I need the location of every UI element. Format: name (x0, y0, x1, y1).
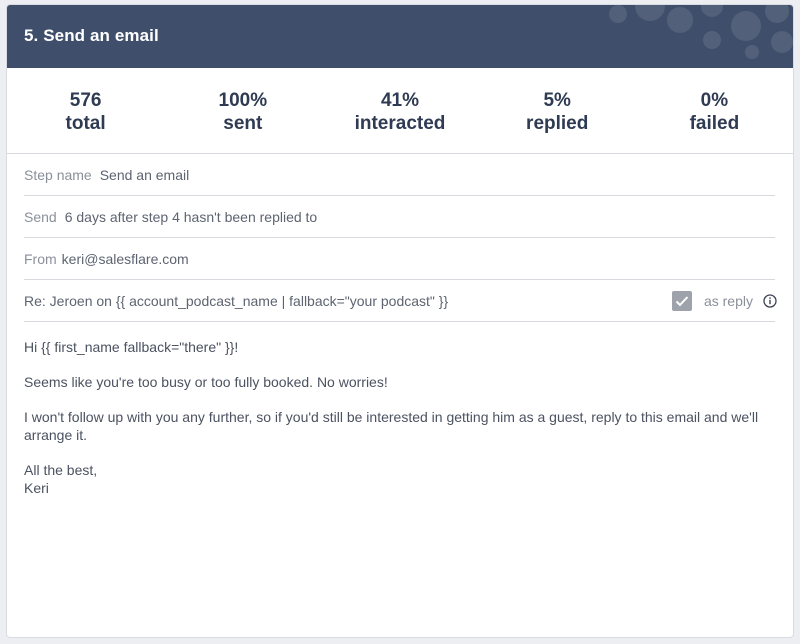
stat-interacted: 41% interacted (321, 68, 478, 153)
as-reply-group: as reply (671, 290, 777, 311)
stat-label: failed (689, 113, 740, 134)
step-header: 5. Send an email (7, 5, 793, 68)
header-decoration (667, 7, 693, 33)
step-name-label: Step name (24, 166, 92, 183)
stat-label: replied (526, 113, 589, 134)
subject-input[interactable]: Re: Jeroen on {{ account_podcast_name | … (24, 293, 448, 309)
from-field[interactable]: From keri@salesflare.com (24, 238, 775, 280)
header-decoration (703, 31, 721, 49)
header-decoration (745, 45, 759, 59)
email-body-editor[interactable]: Hi {{ first_name fallback="there" }}! Se… (7, 322, 793, 497)
as-reply-label: as reply (703, 292, 753, 309)
email-step-card: 5. Send an email 576 total 100% sent 41%… (6, 4, 794, 638)
header-decoration (609, 5, 627, 23)
stat-value: 0% (700, 90, 729, 111)
stat-value: 41% (380, 90, 420, 111)
step-name-input[interactable]: Send an email (100, 167, 190, 183)
stat-replied: 5% replied (479, 68, 636, 153)
as-reply-checkbox[interactable] (671, 290, 692, 311)
step-title: 5. Send an email (24, 26, 159, 45)
stat-value: 100% (218, 90, 268, 111)
body-closing: All the best, (24, 462, 98, 478)
stat-label: interacted (354, 113, 446, 134)
stat-label: total (65, 113, 106, 134)
stat-value: 576 (69, 90, 102, 111)
stat-failed: 0% failed (636, 68, 793, 153)
stat-label: sent (223, 113, 263, 134)
check-icon (675, 295, 689, 306)
body-signature: Keri (24, 480, 49, 496)
from-label: From (24, 250, 57, 267)
header-decoration (771, 31, 793, 53)
stat-value: 5% (543, 90, 571, 111)
stats-bar: 576 total 100% sent 41% interacted 5% re… (7, 68, 793, 154)
body-paragraph: I won't follow up with you any further, … (24, 409, 759, 443)
step-name-field[interactable]: Step name Send an email (24, 154, 775, 196)
send-label: Send (24, 208, 57, 225)
stat-total: 576 total (7, 68, 164, 153)
body-greeting: Hi {{ first_name fallback="there" }}! (24, 339, 239, 355)
email-form: Step name Send an email Send 6 days afte… (7, 154, 793, 322)
info-icon[interactable] (763, 293, 777, 308)
subject-field[interactable]: Re: Jeroen on {{ account_podcast_name | … (24, 280, 777, 322)
send-schedule-value[interactable]: 6 days after step 4 hasn't been replied … (65, 209, 318, 225)
header-decoration (731, 11, 761, 41)
send-field[interactable]: Send 6 days after step 4 hasn't been rep… (24, 196, 775, 238)
header-decoration (701, 5, 723, 17)
from-input[interactable]: keri@salesflare.com (62, 251, 189, 267)
body-paragraph: Seems like you're too busy or too fully … (24, 374, 388, 390)
header-decoration (635, 5, 665, 21)
header-decoration (765, 5, 789, 23)
stat-sent: 100% sent (164, 68, 321, 153)
